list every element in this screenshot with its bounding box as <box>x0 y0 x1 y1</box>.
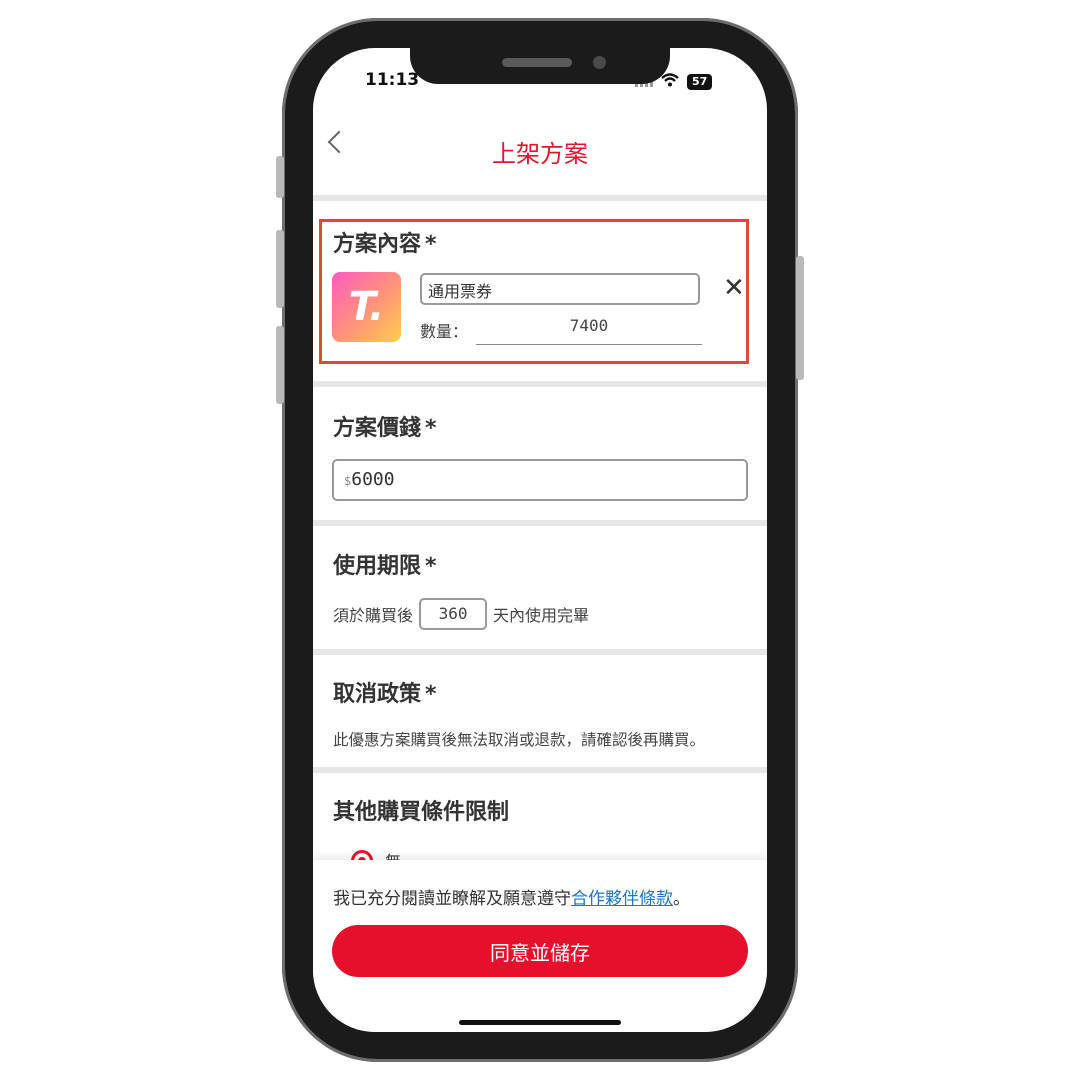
agree-save-button[interactable]: 同意並儲存 <box>332 925 748 977</box>
required-mark: * <box>425 416 437 441</box>
front-camera <box>593 56 606 69</box>
plan-price-title: 方案價錢 * <box>333 416 437 441</box>
home-indicator <box>459 1020 621 1025</box>
status-time: 11:13 <box>365 70 420 90</box>
app-screen: 11:13 57 上架方案 方案內容 * T. 通用票券 ✕ 數量： 7400 方… <box>313 48 767 1032</box>
period-prefix: 須於購買後 <box>333 606 414 625</box>
wifi-icon <box>661 72 679 91</box>
period-suffix: 天內使用完畢 <box>493 606 590 625</box>
volume-down-button <box>276 326 284 404</box>
usage-period-row: 須於購買後 360 天內使用完畢 <box>333 598 589 630</box>
required-mark: * <box>425 554 437 579</box>
price-value: 6000 <box>351 469 395 490</box>
days-input[interactable]: 360 <box>419 598 488 630</box>
cancel-policy-title: 取消政策 * <box>333 682 437 707</box>
price-input[interactable]: $6000 <box>332 459 748 501</box>
divider <box>313 649 767 655</box>
close-icon[interactable]: ✕ <box>723 273 745 303</box>
divider <box>313 520 767 526</box>
ticket-logo: T. <box>332 272 401 342</box>
ticket-name-field[interactable]: 通用票券 <box>420 273 700 305</box>
quantity-input[interactable]: 7400 <box>476 316 702 345</box>
cancel-policy-text: 此優惠方案購買後無法取消或退款，請確認後再購買。 <box>333 731 706 749</box>
plan-content-title: 方案內容 * <box>333 232 437 257</box>
mute-switch <box>276 156 284 198</box>
usage-period-title: 使用期限 * <box>333 554 437 579</box>
volume-up-button <box>276 230 284 308</box>
agreement-text: 我已充分閱讀並瞭解及願意遵守合作夥伴條款。 <box>333 889 690 909</box>
divider <box>313 195 767 201</box>
speaker-grille <box>502 58 572 67</box>
required-mark: * <box>425 682 437 707</box>
quantity-label: 數量： <box>420 322 469 341</box>
divider <box>313 381 767 387</box>
page-title: 上架方案 <box>492 140 588 168</box>
other-conditions-title: 其他購買條件限制 <box>333 800 510 825</box>
power-button <box>796 256 804 380</box>
partner-terms-link[interactable]: 合作夥伴條款 <box>571 889 673 909</box>
required-mark: * <box>425 232 437 257</box>
battery-indicator: 57 <box>687 73 713 90</box>
divider <box>313 767 767 773</box>
